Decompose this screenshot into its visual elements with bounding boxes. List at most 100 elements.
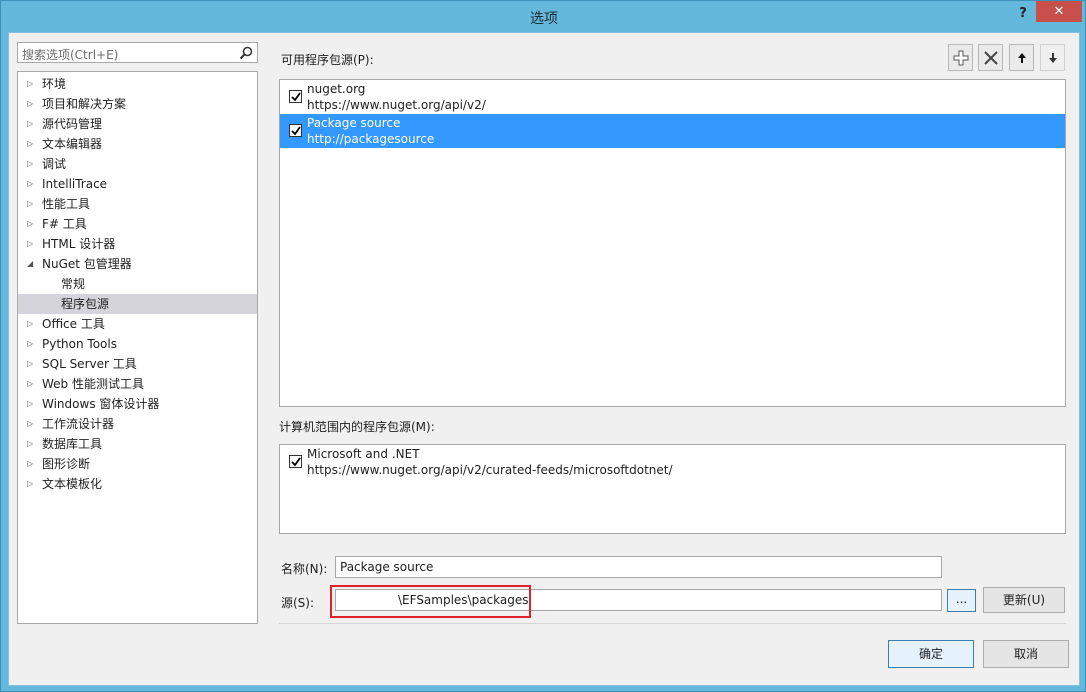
- machine-sources-list: Microsoft and .NET https://www.nuget.org/…: [279, 444, 1066, 534]
- collapsed-arrow-icon[interactable]: ▷: [27, 394, 33, 414]
- source-checkbox[interactable]: [289, 124, 302, 137]
- tree-item[interactable]: ▷ 调试: [18, 154, 257, 174]
- search-input[interactable]: 搜索选项(Ctrl+E): [17, 42, 258, 63]
- tree-item-label: NuGet 包管理器: [42, 257, 132, 271]
- tree-item-label: 常规: [61, 277, 86, 291]
- tree-item-label: Office 工具: [42, 317, 105, 331]
- tree-item-label: 图形诊断: [42, 457, 91, 471]
- collapsed-arrow-icon[interactable]: ▷: [27, 334, 33, 354]
- tree-item[interactable]: ▷ 工作流设计器: [18, 414, 257, 434]
- tree-item[interactable]: ▷ Windows 窗体设计器: [18, 394, 257, 414]
- collapsed-arrow-icon[interactable]: ▷: [27, 194, 33, 214]
- collapsed-arrow-icon[interactable]: ▷: [27, 214, 33, 234]
- source-row[interactable]: nuget.org https://www.nuget.org/api/v2/: [280, 80, 1065, 114]
- options-tree: ▷ 环境 ▷ 项目和解决方案 ▷ 源代码管理 ▷ 文本编辑器 ▷ 调试 ▷ IntelliTrace ▷…: [17, 71, 258, 624]
- collapsed-arrow-icon[interactable]: ▷: [27, 354, 33, 374]
- collapsed-arrow-icon[interactable]: ▷: [27, 174, 33, 194]
- tree-item-label: 文本模板化: [42, 477, 103, 491]
- tree-item-label: F# 工具: [42, 217, 87, 231]
- tree-item[interactable]: 程序包源: [18, 294, 257, 314]
- tree-item[interactable]: ▷ F# 工具: [18, 214, 257, 234]
- tree-item[interactable]: ▷ 项目和解决方案: [18, 94, 257, 114]
- collapsed-arrow-icon[interactable]: ▷: [27, 314, 33, 334]
- source-row[interactable]: Microsoft and .NET https://www.nuget.org/…: [280, 445, 1065, 479]
- update-button[interactable]: 更新(U): [983, 587, 1065, 613]
- tree-item[interactable]: ▷ 环境: [18, 74, 257, 94]
- collapsed-arrow-icon[interactable]: ▷: [27, 234, 33, 254]
- name-field[interactable]: Package source: [335, 556, 942, 578]
- dialog-body: 搜索选项(Ctrl+E) ▷ 环境 ▷ 项目和解决方案 ▷ 源代码管理 ▷ 文本编辑器 ▷ 调试 ▷…: [8, 32, 1080, 686]
- tree-item-label: 调试: [42, 157, 67, 171]
- collapsed-arrow-icon[interactable]: ▷: [27, 434, 33, 454]
- source-url: http://packagesource: [307, 132, 435, 146]
- tree-item-label: Web 性能测试工具: [42, 377, 144, 391]
- source-checkbox[interactable]: [289, 90, 302, 103]
- divider: [279, 623, 1066, 624]
- help-button[interactable]: ?: [1013, 4, 1033, 24]
- tree-item[interactable]: ▷ HTML 设计器: [18, 234, 257, 254]
- arrow-up-icon: [1018, 53, 1026, 63]
- x-icon: [984, 51, 998, 65]
- tree-item[interactable]: 常规: [18, 274, 257, 294]
- tree-item-label: 工作流设计器: [42, 417, 115, 431]
- tree-item[interactable]: ▷ Python Tools: [18, 334, 257, 354]
- tree-item[interactable]: ▷ 文本编辑器: [18, 134, 257, 154]
- collapsed-arrow-icon[interactable]: ▷: [27, 74, 33, 94]
- tree-item[interactable]: ▷ 数据库工具: [18, 434, 257, 454]
- tree-item-label: HTML 设计器: [42, 237, 116, 251]
- tree-item-label: IntelliTrace: [42, 177, 108, 191]
- tree-item-label: 项目和解决方案: [42, 97, 127, 111]
- tree-item-label: 源代码管理: [42, 117, 103, 131]
- tree-item[interactable]: ▷ Office 工具: [18, 314, 257, 334]
- tree-item[interactable]: ▷ 性能工具: [18, 194, 257, 214]
- tree-item[interactable]: ▷ 图形诊断: [18, 454, 257, 474]
- move-up-button[interactable]: [1009, 44, 1034, 71]
- cancel-button[interactable]: 取消: [983, 640, 1069, 668]
- tree-item-label: 程序包源: [61, 297, 110, 311]
- add-source-button[interactable]: [948, 44, 973, 71]
- tree-item[interactable]: ▷ Web 性能测试工具: [18, 374, 257, 394]
- search-placeholder: 搜索选项(Ctrl+E): [22, 48, 119, 62]
- collapsed-arrow-icon[interactable]: ▷: [27, 454, 33, 474]
- options-dialog: 选项 ? ✕ 搜索选项(Ctrl+E) ▷ 环境 ▷ 项目和解决方案 ▷ 源代码管理 ▷ 文本…: [0, 0, 1086, 692]
- tree-item[interactable]: ◢ NuGet 包管理器: [18, 254, 257, 274]
- tree-item-label: SQL Server 工具: [42, 357, 137, 371]
- collapsed-arrow-icon[interactable]: ▷: [27, 114, 33, 134]
- collapsed-arrow-icon[interactable]: ▷: [27, 474, 33, 494]
- search-icon[interactable]: [239, 46, 253, 60]
- available-sources-list: nuget.org https://www.nuget.org/api/v2/Pa…: [279, 79, 1066, 407]
- ok-button[interactable]: 确定: [888, 640, 974, 668]
- tree-item[interactable]: ▷ 源代码管理: [18, 114, 257, 134]
- tree-item[interactable]: ▷ 文本模板化: [18, 474, 257, 494]
- move-down-button[interactable]: [1040, 44, 1065, 71]
- name-label: 名称(N):: [281, 562, 328, 576]
- machine-sources-label: 计算机范围内的程序包源(M):: [279, 420, 435, 434]
- dialog-title: 选项: [530, 11, 558, 27]
- name-value: Package source: [340, 560, 434, 574]
- source-name: nuget.org: [307, 82, 366, 96]
- collapsed-arrow-icon[interactable]: ▷: [27, 154, 33, 174]
- source-url: https://www.nuget.org/api/v2/curated-fee…: [307, 463, 673, 477]
- highlight-box: [330, 585, 531, 618]
- source-checkbox[interactable]: [289, 455, 302, 468]
- tree-item[interactable]: ▷ IntelliTrace: [18, 174, 257, 194]
- source-name: Microsoft and .NET: [307, 447, 420, 461]
- remove-source-button[interactable]: [978, 44, 1003, 71]
- title-bar: 选项 ? ✕: [1, 1, 1086, 33]
- collapsed-arrow-icon[interactable]: ▷: [27, 134, 33, 154]
- browse-button[interactable]: ...: [947, 589, 976, 612]
- source-row[interactable]: Package source http://packagesource: [280, 114, 1065, 148]
- collapsed-arrow-icon[interactable]: ▷: [27, 94, 33, 114]
- collapsed-arrow-icon[interactable]: ▷: [27, 374, 33, 394]
- tree-item-label: 环境: [42, 77, 67, 91]
- tree-item-label: Python Tools: [42, 337, 117, 351]
- collapsed-arrow-icon[interactable]: ▷: [27, 414, 33, 434]
- tree-item[interactable]: ▷ SQL Server 工具: [18, 354, 257, 374]
- tree-item-label: 性能工具: [42, 197, 91, 211]
- tree-item-label: 数据库工具: [42, 437, 103, 451]
- close-button[interactable]: ✕: [1036, 1, 1082, 22]
- expanded-arrow-icon[interactable]: ◢: [27, 254, 33, 274]
- tree-item-label: 文本编辑器: [42, 137, 103, 151]
- source-name: Package source: [307, 116, 401, 130]
- source-label: 源(S):: [281, 596, 315, 610]
